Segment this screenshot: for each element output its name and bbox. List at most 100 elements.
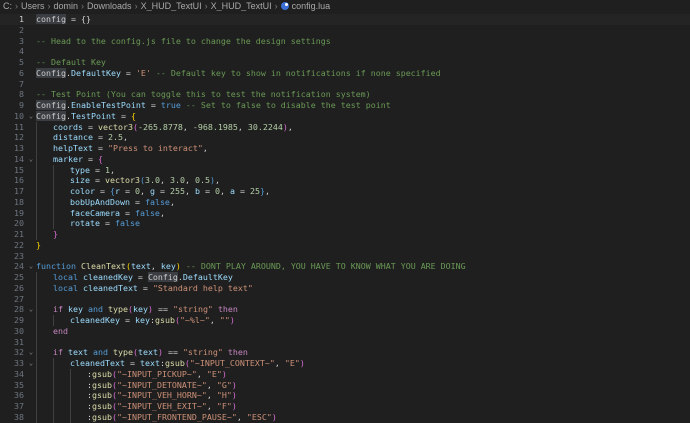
code-line[interactable]: 34:gsub("~INPUT_PICKUP~", "E") [0,368,690,380]
code-token: = [89,164,105,175]
code-line[interactable]: 13 helpText = "Press to interact", [0,143,690,154]
code-line[interactable]: 24 ⌄ function CleanText(text, key) -- DONT… [0,261,690,272]
code-token: and [92,347,108,358]
breadcrumb-item-folder[interactable]: X_HUD_TextUI [141,1,202,11]
line-number: 26 [14,282,24,293]
code-token: true [160,100,181,110]
fold-chevron-icon[interactable]: ⌄ [27,261,35,272]
code-line[interactable]: 29 cleanedKey = key:gsub("~%l~", "") [0,315,690,326]
lua-file-icon [280,1,289,10]
fold-chevron-icon[interactable]: ⌄ [27,154,35,165]
code-token: == [162,347,183,358]
code-line[interactable]: 3 -- Head to the config.js file to change… [0,36,690,47]
fold-chevron-icon[interactable]: ⌄ [27,358,35,369]
code-line[interactable]: 32 ⌄ if text and type(text) == "string" th… [0,347,690,358]
code-token: helpText [53,143,93,153]
breadcrumb-item-users[interactable]: Users [21,1,45,11]
code-line[interactable]: 15 type = 1, [0,164,690,176]
fold-chevron-icon[interactable]: ⌄ [27,304,35,315]
code-token: = [82,153,98,164]
indent-guide [70,368,71,380]
chevron-right-icon: › [47,0,51,11]
code-token: local [53,282,78,293]
line-number: 12 [14,132,24,143]
code-token: CleanText [80,261,126,272]
code-token: size [70,175,90,186]
code-line[interactable]: 11 coords = vector3(-265.8778, -968.1985,… [0,121,690,133]
breadcrumb-item-drive[interactable]: C: [3,1,12,11]
code-token: cleanedText [70,358,125,368]
fold-gutter [27,380,35,391]
code-token: and [88,304,103,315]
code-line[interactable]: 14 ⌄ marker = { [0,153,690,165]
code-token: then [217,304,238,315]
fold-chevron-icon[interactable]: ⌄ [27,111,35,122]
code-line[interactable]: 2 [0,25,690,36]
chevron-right-icon: › [204,0,208,11]
line-number: 24 [14,261,24,272]
code-token: gsub [92,411,112,422]
code-line[interactable]: 7 [0,79,690,90]
code-token: , [184,186,195,196]
code-token: if [53,347,63,358]
indent-guide [36,315,37,326]
line-number: 32 [14,347,24,358]
code-token: "E" [206,368,222,379]
line-number: 10 [14,110,24,121]
line-code: :gsub("~INPUT_VEH_HORN~", "H") [35,390,690,401]
fold-gutter [27,412,35,423]
code-line[interactable]: 33 ⌄ cleanedText = text:gsub("~INPUT_CONTE… [0,358,690,369]
indent-guide [36,218,37,229]
fold-gutter [27,315,35,326]
code-line[interactable]: 31 [0,336,690,348]
code-line[interactable]: 36:gsub("~INPUT_VEH_HORN~", "H") [0,390,690,401]
code-token: -- Default Key [36,57,106,67]
indent-guide [53,207,54,219]
line-code: } [35,240,690,251]
breadcrumb-item-user[interactable]: domin [54,1,79,11]
code-token: marker [53,153,83,164]
code-line[interactable]: 27 [0,293,690,305]
breadcrumb-item-downloads[interactable]: Downloads [87,1,132,11]
code-line[interactable]: 26 local cleanedText = "Standard help tex… [0,282,690,294]
code-line[interactable]: 38:gsub("~INPUT_FRONTEND_PAUSE~", "ESC") [0,411,690,423]
line-number: 35 [14,379,24,390]
line-code: distance = 2.5, [35,132,690,143]
line-number: 33 [14,358,24,368]
code-token: = [132,272,148,282]
indent-guide [36,390,37,401]
code-token: false [134,207,160,218]
code-line[interactable]: 28 ⌄ if key and type(key) == "string" then [0,304,690,315]
code-line[interactable]: 4 [0,46,690,57]
breadcrumb-item-subfolder[interactable]: X_HUD_TextUI [211,1,272,11]
code-token: , [219,186,230,196]
code-line[interactable]: 9 Config.EnableTestPoint = true -- Set to… [0,100,690,111]
code-token: , [159,207,165,218]
code-token: , [206,390,217,401]
fold-gutter [27,46,35,57]
code-line[interactable]: 25 local cleanedKey = Config.DefaultKey [0,272,690,283]
code-line[interactable]: 35:gsub("~INPUT_DETONATE~", "G") [0,379,690,391]
code-line[interactable]: 37:gsub("~INPUT_VEH_EXIT~", "F") [0,401,690,412]
code-line[interactable]: 20 rotate = false [0,218,690,229]
code-line[interactable]: 23 [0,251,690,262]
code-line[interactable]: 1 config = {} [0,14,690,25]
code-line[interactable]: 21} [0,229,690,240]
code-line[interactable]: 30 end [0,325,690,337]
code-token: "~INPUT_VEH_EXIT~" [116,401,207,411]
code-line[interactable]: 17 color = {r = 0, g = 255, b = 0, a = 25… [0,186,690,197]
code-line[interactable]: 22} [0,240,690,251]
code-line[interactable]: 10 ⌄ Config.TestPoint = { [0,110,690,122]
code-line[interactable]: 18 bobUpAndDown = false, [0,196,690,208]
code-line[interactable]: 19 faceCamera = false, [0,207,690,219]
breadcrumb-item-file[interactable]: config.lua [292,1,331,11]
code-editor[interactable]: 1 config = {} 2 3 -- Head to the config.js f… [0,14,690,423]
code-line[interactable]: 16 size = vector3(3.0, 3.0, 0.5), [0,175,690,186]
code-token: Config [36,100,66,110]
code-line[interactable]: 5 -- Default Key [0,57,690,68]
fold-chevron-icon[interactable]: ⌄ [27,347,35,358]
code-line[interactable]: 12 distance = 2.5, [0,132,690,143]
code-line[interactable]: 8 -- Test Point (You can toggle this to t… [0,89,690,100]
code-line[interactable]: 6 Config.DefaultKey = 'E' -- Default key … [0,67,690,79]
